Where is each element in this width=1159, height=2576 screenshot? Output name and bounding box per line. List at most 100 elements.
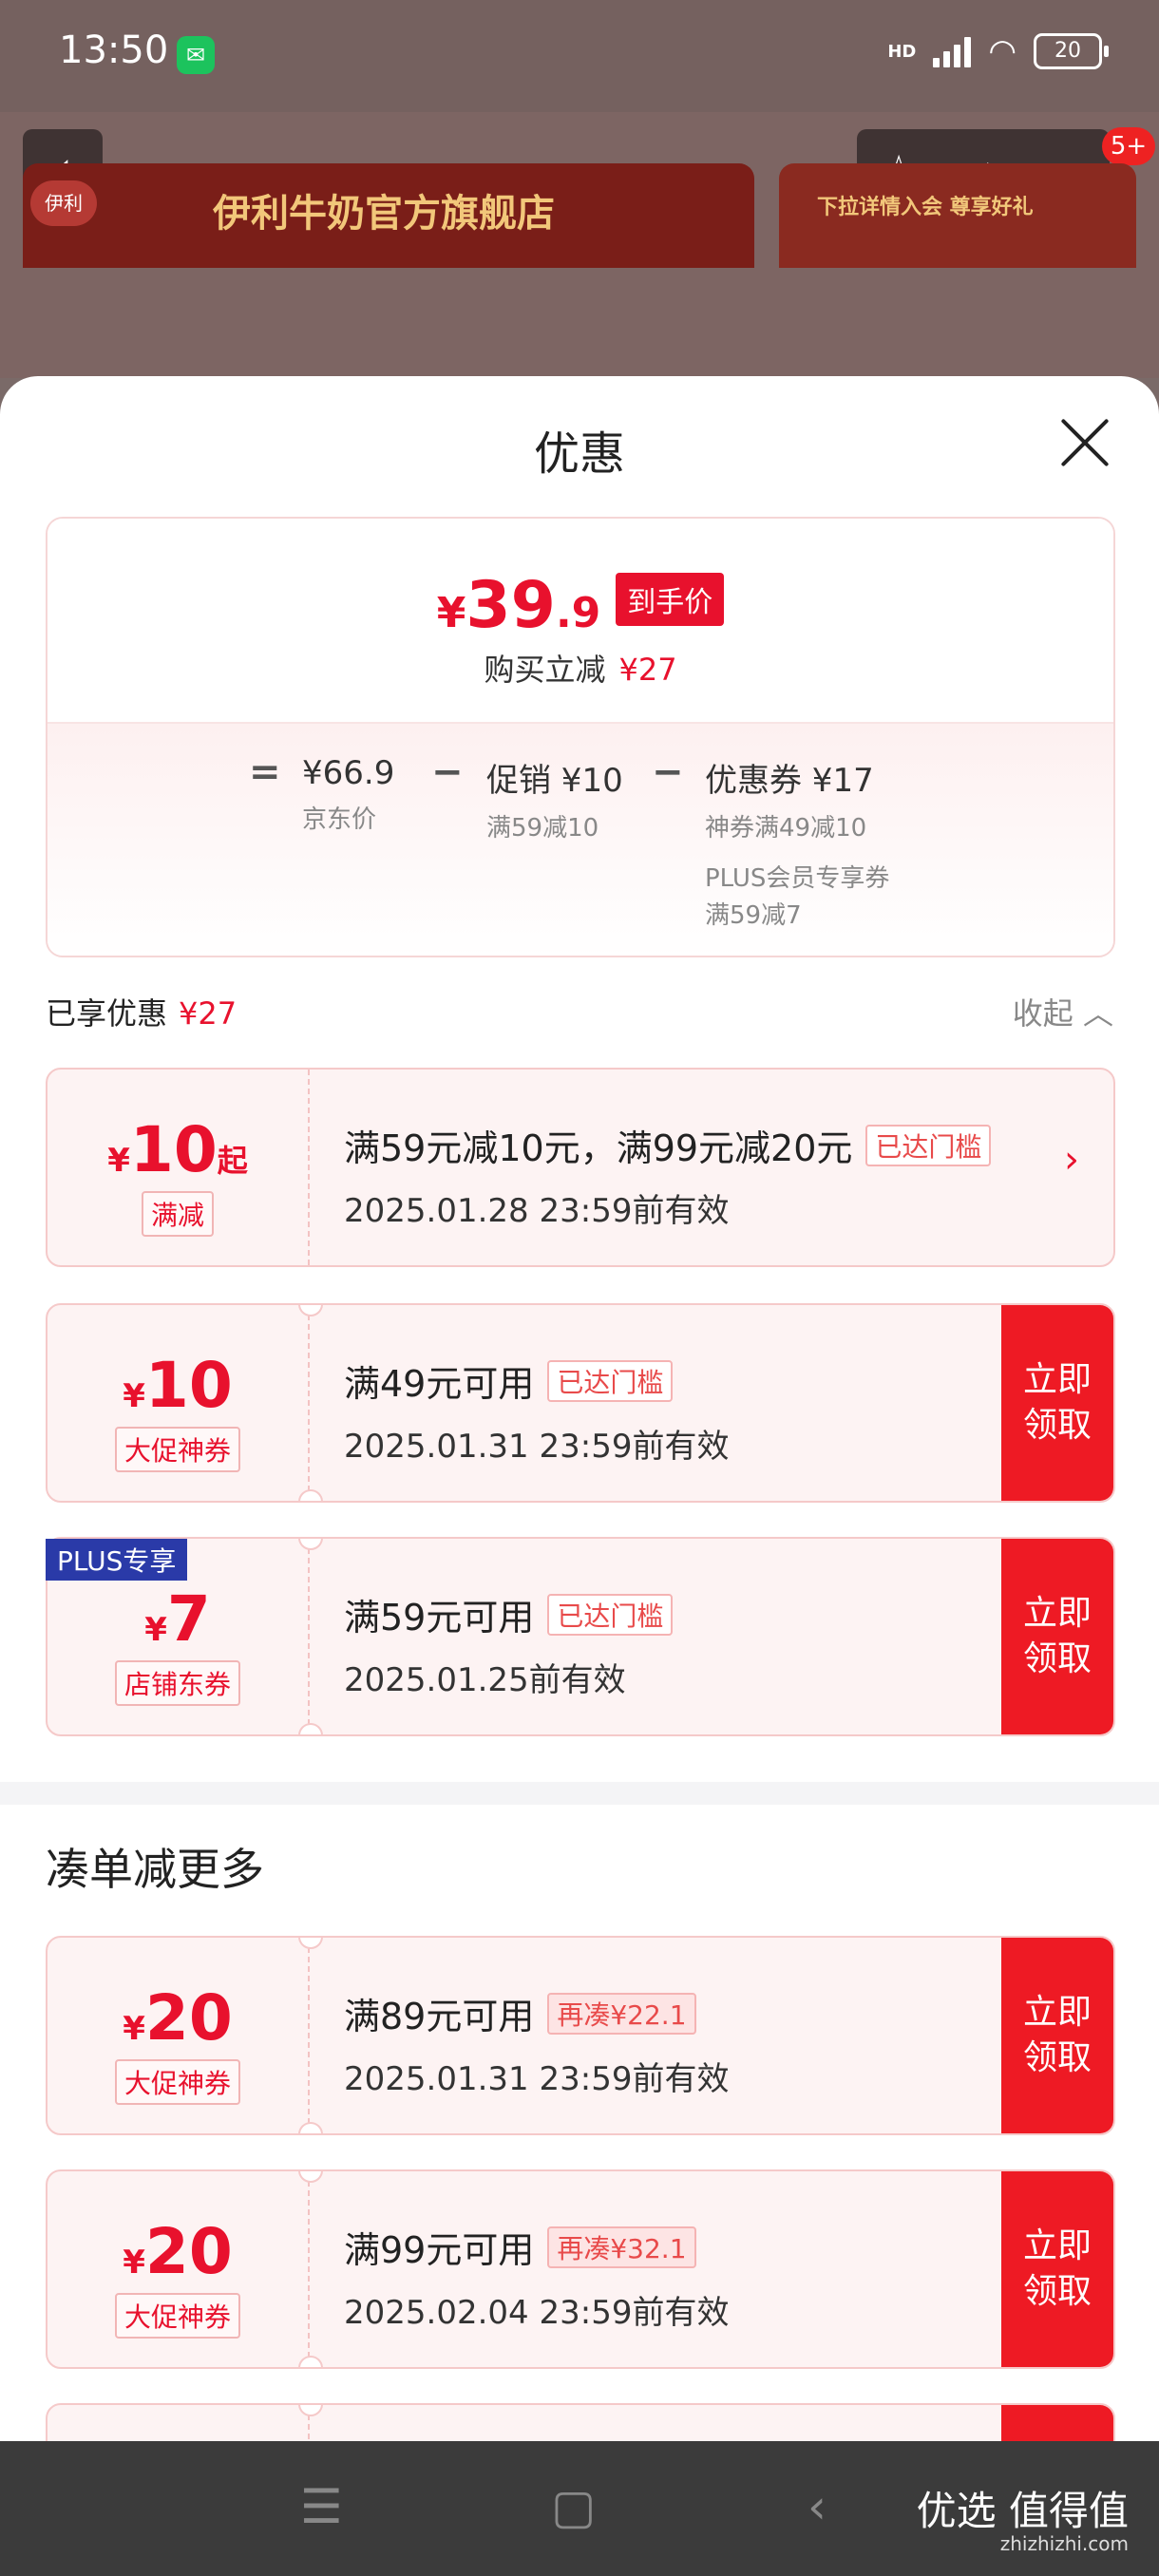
sheet-title: 优惠 bbox=[533, 427, 625, 481]
coupon-amount-suffix: 起 bbox=[217, 1143, 248, 1179]
promo-banner-text: 下拉详情入会 尊享好礼 bbox=[817, 196, 1034, 219]
menu-icon[interactable]: ☰ bbox=[300, 2479, 343, 2534]
coupon-validity: 2025.01.28 23:59前有效 bbox=[344, 1192, 730, 1230]
claim-button[interactable] bbox=[1001, 2405, 1113, 2442]
chevron-up-icon: ︿ bbox=[1082, 995, 1113, 1032]
coupon-card[interactable]: ¥10起 满减 满59元减10元，满99元减20元 已达门槛 2025.01.28… bbox=[46, 1068, 1115, 1267]
coupon-value-area: ¥20 大促神券 bbox=[48, 2171, 308, 2367]
coupon-notch bbox=[298, 1723, 323, 1734]
close-icon[interactable] bbox=[1056, 414, 1113, 471]
promo-value: 促销 ¥10 bbox=[486, 762, 623, 800]
coupon-type: 店铺东券 bbox=[114, 1660, 241, 1706]
wechat-notification-icon: ✉ bbox=[177, 36, 215, 74]
promo-rule: 满59减10 bbox=[486, 814, 599, 843]
coupon-notch bbox=[298, 2405, 323, 2416]
instant-reduction: 购买立减 ¥27 bbox=[48, 646, 1113, 690]
currency-symbol: ¥ bbox=[123, 2244, 145, 2282]
coupon-notch bbox=[298, 1489, 323, 1501]
currency-symbol: ¥ bbox=[123, 1377, 145, 1415]
collapse-label: 收起 bbox=[1012, 995, 1074, 1032]
coupon-card bbox=[46, 2403, 1115, 2442]
home-icon[interactable]: ▢ bbox=[551, 2479, 596, 2534]
coupon-divider bbox=[308, 1305, 310, 1501]
remaining-amount-tag: 再凑¥32.1 bbox=[547, 2226, 696, 2268]
coupon-validity: 2025.01.25前有效 bbox=[344, 1661, 626, 1699]
reduction-label: 购买立减 bbox=[484, 652, 606, 688]
coupon-details: 满59元可用 已达门槛 2025.01.25前有效 bbox=[344, 1588, 674, 1700]
final-price: ¥ 39 .9 到手价 bbox=[48, 568, 1113, 643]
battery-icon: 20 bbox=[1034, 33, 1109, 69]
coupon-validity: 2025.02.04 23:59前有效 bbox=[344, 2294, 730, 2332]
coupon-condition-text: 满99元可用 bbox=[344, 2229, 535, 2271]
price-summary-card: ¥ 39 .9 到手价 购买立减 ¥27 = ¥66.9 京东价 − 促销 ¥10… bbox=[46, 517, 1115, 957]
coupon-amount-value: 7 bbox=[166, 1582, 211, 1656]
back-icon[interactable]: ‹ bbox=[808, 2479, 826, 2534]
coupon-condition: 满89元可用 再凑¥22.1 bbox=[344, 1987, 729, 2039]
currency-symbol: ¥ bbox=[144, 1611, 167, 1649]
coupon-divider bbox=[308, 1938, 310, 2133]
coupon-notch bbox=[298, 2356, 323, 2367]
coupon-value-area: ¥10起 满减 bbox=[48, 1070, 308, 1265]
coupon-discount: 优惠券 ¥17 神券满49减10 PLUS会员专享券 满59减7 bbox=[705, 754, 889, 931]
watermark: 优选 值得值 zhizhizhi.com bbox=[916, 2488, 1129, 2556]
coupon-condition: 满49元可用 已达门槛 bbox=[344, 1354, 729, 1407]
threshold-tag: 已达门槛 bbox=[547, 1359, 674, 1402]
coupon-condition-text: 满59元可用 bbox=[344, 1597, 535, 1638]
promo-discount: 促销 ¥10 满59减10 bbox=[486, 754, 623, 843]
coupon-card: ¥20 大促神券 满99元可用 再凑¥32.1 2025.02.04 23:59前… bbox=[46, 2169, 1115, 2369]
claim-button[interactable]: 立即 领取 bbox=[1001, 1305, 1113, 1501]
promo-banner[interactable]: 下拉详情入会 尊享好礼 bbox=[779, 163, 1136, 268]
jd-price-label: 京东价 bbox=[302, 805, 377, 834]
store-banner[interactable]: 伊利 伊利牛奶官方旗舰店 bbox=[23, 163, 754, 268]
coupon-rule: 满59减7 bbox=[705, 901, 802, 930]
coupon-details: 满49元可用 已达门槛 2025.01.31 23:59前有效 bbox=[344, 1354, 729, 1467]
coupon-value-area: ¥10 大促神券 bbox=[48, 1305, 308, 1501]
coupon-details: 满89元可用 再凑¥22.1 2025.01.31 23:59前有效 bbox=[344, 1987, 729, 2099]
coupon-divider bbox=[308, 1539, 310, 1734]
enjoyed-label: 已享优惠 bbox=[46, 995, 168, 1032]
store-name: 伊利牛奶官方旗舰店 bbox=[213, 192, 555, 236]
claim-button[interactable]: 立即 领取 bbox=[1001, 1938, 1113, 2133]
price-integer: 39 bbox=[466, 568, 556, 643]
watermark-text: 优选 值得值 bbox=[916, 2488, 1129, 2534]
threshold-tag: 已达门槛 bbox=[865, 1124, 992, 1166]
coupon-amount: ¥20 bbox=[48, 2215, 308, 2288]
remaining-amount-tag: 再凑¥22.1 bbox=[547, 1992, 696, 2035]
equals-sign: = bbox=[249, 750, 281, 794]
coupon-value: 优惠券 ¥17 bbox=[705, 762, 874, 800]
final-price-tag: 到手价 bbox=[616, 573, 725, 626]
claim-button[interactable]: 立即 领取 bbox=[1001, 2171, 1113, 2367]
coupon-condition: 满59元减10元，满99元减20元 已达门槛 bbox=[344, 1119, 992, 1171]
coupon-condition-text: 满89元可用 bbox=[344, 1996, 535, 2037]
currency-symbol: ¥ bbox=[107, 1142, 130, 1180]
minus-sign: − bbox=[431, 750, 464, 794]
coupon-amount: ¥20 bbox=[48, 1981, 308, 2055]
coupon-card: ¥20 大促神券 满89元可用 再凑¥22.1 2025.01.31 23:59前… bbox=[46, 1936, 1115, 2135]
coupon-amount: ¥10起 bbox=[48, 1113, 308, 1186]
coupon-condition: 满99元可用 再凑¥32.1 bbox=[344, 2221, 729, 2273]
coupon-card: ¥10 大促神券 满49元可用 已达门槛 2025.01.31 23:59前有效 … bbox=[46, 1303, 1115, 1503]
reduction-amount: ¥27 bbox=[618, 652, 677, 688]
enjoyed-discount: 已享优惠 ¥27 bbox=[46, 990, 237, 1033]
coupon-amount-value: 10 bbox=[144, 1349, 233, 1422]
coupon-amount: ¥10 bbox=[48, 1349, 308, 1422]
coupon-type: 满减 bbox=[141, 1191, 215, 1237]
coupon-amount-value: 10 bbox=[129, 1113, 218, 1186]
discount-sheet: 优惠 ¥ 39 .9 到手价 购买立减 ¥27 = ¥66.9 京东价 − 促销 … bbox=[0, 376, 1159, 2442]
coupon-divider bbox=[308, 1070, 310, 1265]
claim-button[interactable]: 立即 领取 bbox=[1001, 1539, 1113, 1734]
status-icons: HD ◠ 20 bbox=[887, 32, 1109, 70]
coupon-notch bbox=[298, 2122, 323, 2133]
watermark-url: zhizhizhi.com bbox=[999, 2532, 1129, 2555]
coupon-details: 满99元可用 再凑¥32.1 2025.02.04 23:59前有效 bbox=[344, 2221, 729, 2333]
enjoyed-amount: ¥27 bbox=[179, 995, 238, 1032]
coupon-condition-text: 满49元可用 bbox=[344, 1363, 535, 1405]
coupon-condition: 满59元可用 已达门槛 bbox=[344, 1588, 674, 1640]
more-discount-title: 凑单减更多 bbox=[46, 1844, 264, 1895]
coupon-condition-text: 满59元减10元，满99元减20元 bbox=[344, 1127, 853, 1169]
coupon-rule: PLUS会员专享券 bbox=[705, 864, 890, 893]
chevron-right-icon[interactable]: › bbox=[1064, 1138, 1079, 1182]
coupon-amount-value: 20 bbox=[144, 2215, 233, 2288]
collapse-toggle[interactable]: 收起 ︿ bbox=[1013, 990, 1113, 1033]
signal-icon bbox=[933, 35, 972, 67]
